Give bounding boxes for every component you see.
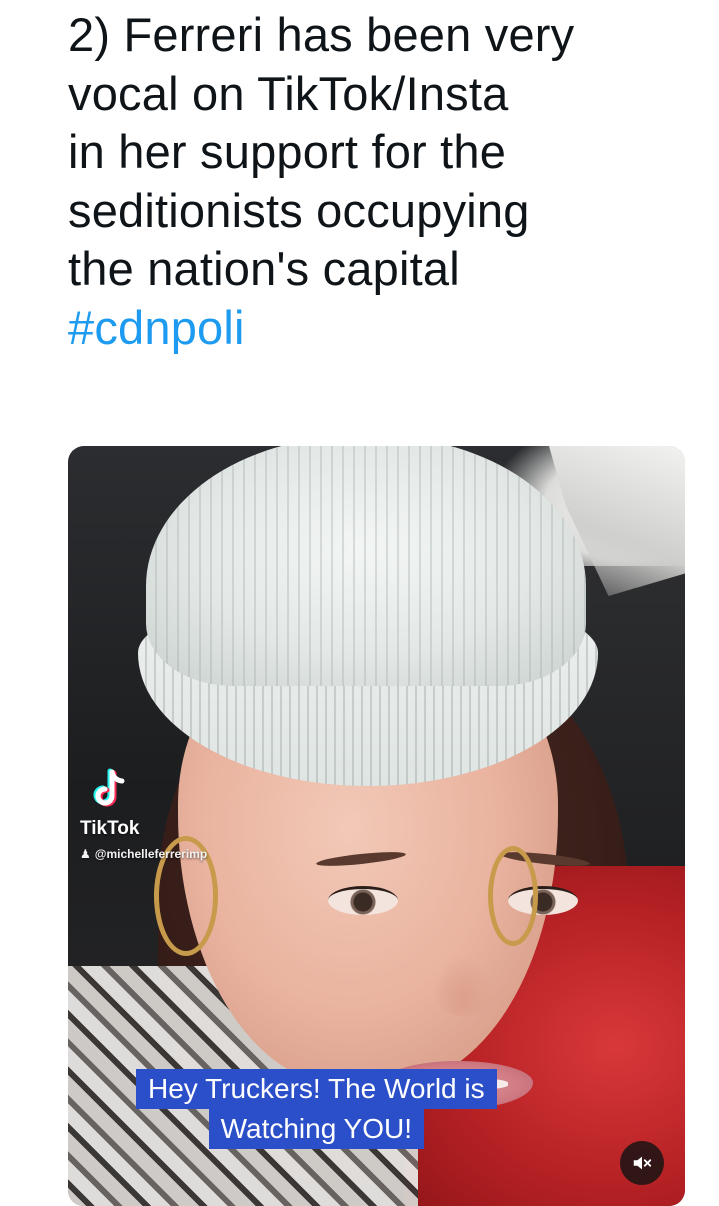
tiktok-logo-icon bbox=[88, 768, 132, 812]
tweet-line: seditionists occupying bbox=[68, 183, 530, 237]
person-icon: ♟ bbox=[80, 847, 91, 861]
eye bbox=[328, 886, 398, 915]
tweet-line: the nation's capital bbox=[68, 242, 460, 295]
nose bbox=[433, 956, 493, 1016]
speaker-muted-icon[interactable] bbox=[620, 1141, 664, 1185]
tiktok-handle-text: @michelleferrerimp bbox=[94, 847, 208, 861]
hoop-earring bbox=[488, 846, 538, 946]
caption-line: Watching YOU! bbox=[208, 1109, 425, 1149]
tweet-text: 2) Ferreri has been very vocal on TikTok… bbox=[68, 6, 708, 357]
tweet-line: vocal on TikTok/Insta bbox=[68, 66, 509, 120]
eyebrow bbox=[315, 849, 407, 869]
tweet-line: in her support for the bbox=[68, 125, 507, 178]
hashtag-link[interactable]: #cdnpoli bbox=[68, 299, 708, 358]
caption-line: Hey Truckers! The World is bbox=[136, 1069, 497, 1109]
tweet-line: 2) Ferreri has been very bbox=[68, 8, 575, 61]
tweet-video[interactable]: TikTok ♟ @michelleferrerimp Hey Truckers… bbox=[68, 446, 685, 1206]
tiktok-brand: TikTok bbox=[80, 818, 140, 839]
video-caption: Hey Truckers! The World is Watching YOU! bbox=[136, 1069, 497, 1149]
knit-hat bbox=[146, 446, 586, 686]
tiktok-handle: ♟ @michelleferrerimp bbox=[80, 847, 207, 861]
